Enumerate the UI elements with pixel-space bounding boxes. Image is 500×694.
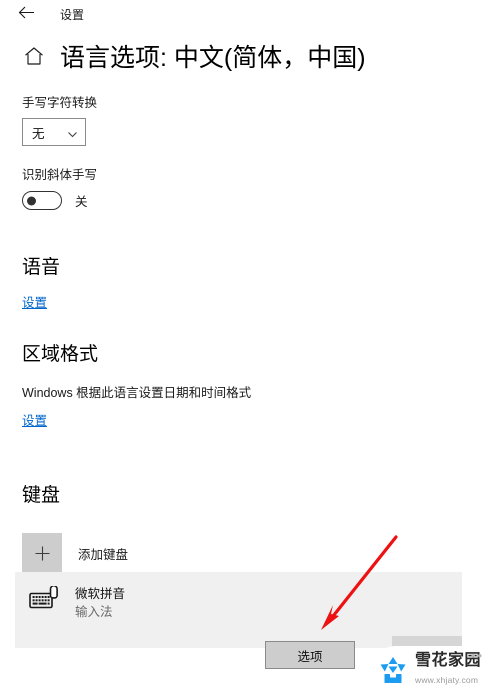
section-title-keyboard: 键盘 <box>22 485 61 506</box>
chevron-down-icon <box>67 127 78 138</box>
window-title: 设置 <box>60 7 85 22</box>
cursive-label: 识别斜体手写 <box>22 168 98 182</box>
watermark-url: www.xhjaty.com <box>415 675 479 685</box>
ime-row: 微软拼音 输入法 <box>15 572 462 621</box>
ime-texts: 微软拼音 输入法 <box>75 585 125 621</box>
cursive-toggle-state: 关 <box>75 195 88 209</box>
page-header: 语言选项: 中文(简体，中国) <box>0 28 500 74</box>
back-arrow-icon[interactable] <box>18 6 44 22</box>
add-keyboard-button[interactable]: 添加键盘 <box>22 533 500 573</box>
settings-content: 手写字符转换 无 识别斜体手写 关 语音 设置 区域格式 Windows 根据此… <box>0 92 500 573</box>
home-icon[interactable] <box>22 44 46 68</box>
speech-settings-link[interactable]: 设置 <box>22 292 47 311</box>
add-keyboard-label: 添加键盘 <box>78 547 129 562</box>
region-settings-link[interactable]: 设置 <box>22 410 47 429</box>
handwriting-label: 手写字符转换 <box>22 96 98 110</box>
ime-options-button[interactable]: 选项 <box>265 641 355 669</box>
plus-icon <box>22 533 62 573</box>
cursive-toggle-row: 关 <box>22 191 500 210</box>
watermark-dots: •• <box>470 648 484 663</box>
snowflake-logo-icon <box>376 653 410 687</box>
handwriting-dropdown-value: 无 <box>32 126 45 141</box>
cursive-toggle-switch[interactable] <box>22 191 62 210</box>
window-titlebar: 设置 <box>0 0 500 28</box>
ime-subtitle: 输入法 <box>75 605 113 619</box>
handwriting-dropdown[interactable]: 无 <box>22 118 86 146</box>
ime-name: 微软拼音 <box>75 587 126 601</box>
watermark: •• 雪花家园 www.xhjaty.com <box>370 646 500 694</box>
keyboard-icon <box>29 584 61 612</box>
page-title: 语言选项: 中文(简体，中国) <box>60 44 366 72</box>
section-title-speech: 语音 <box>22 257 61 278</box>
toggle-knob <box>27 196 36 205</box>
region-description: Windows 根据此语言设置日期和时间格式 <box>22 386 252 400</box>
section-title-region: 区域格式 <box>22 344 99 365</box>
